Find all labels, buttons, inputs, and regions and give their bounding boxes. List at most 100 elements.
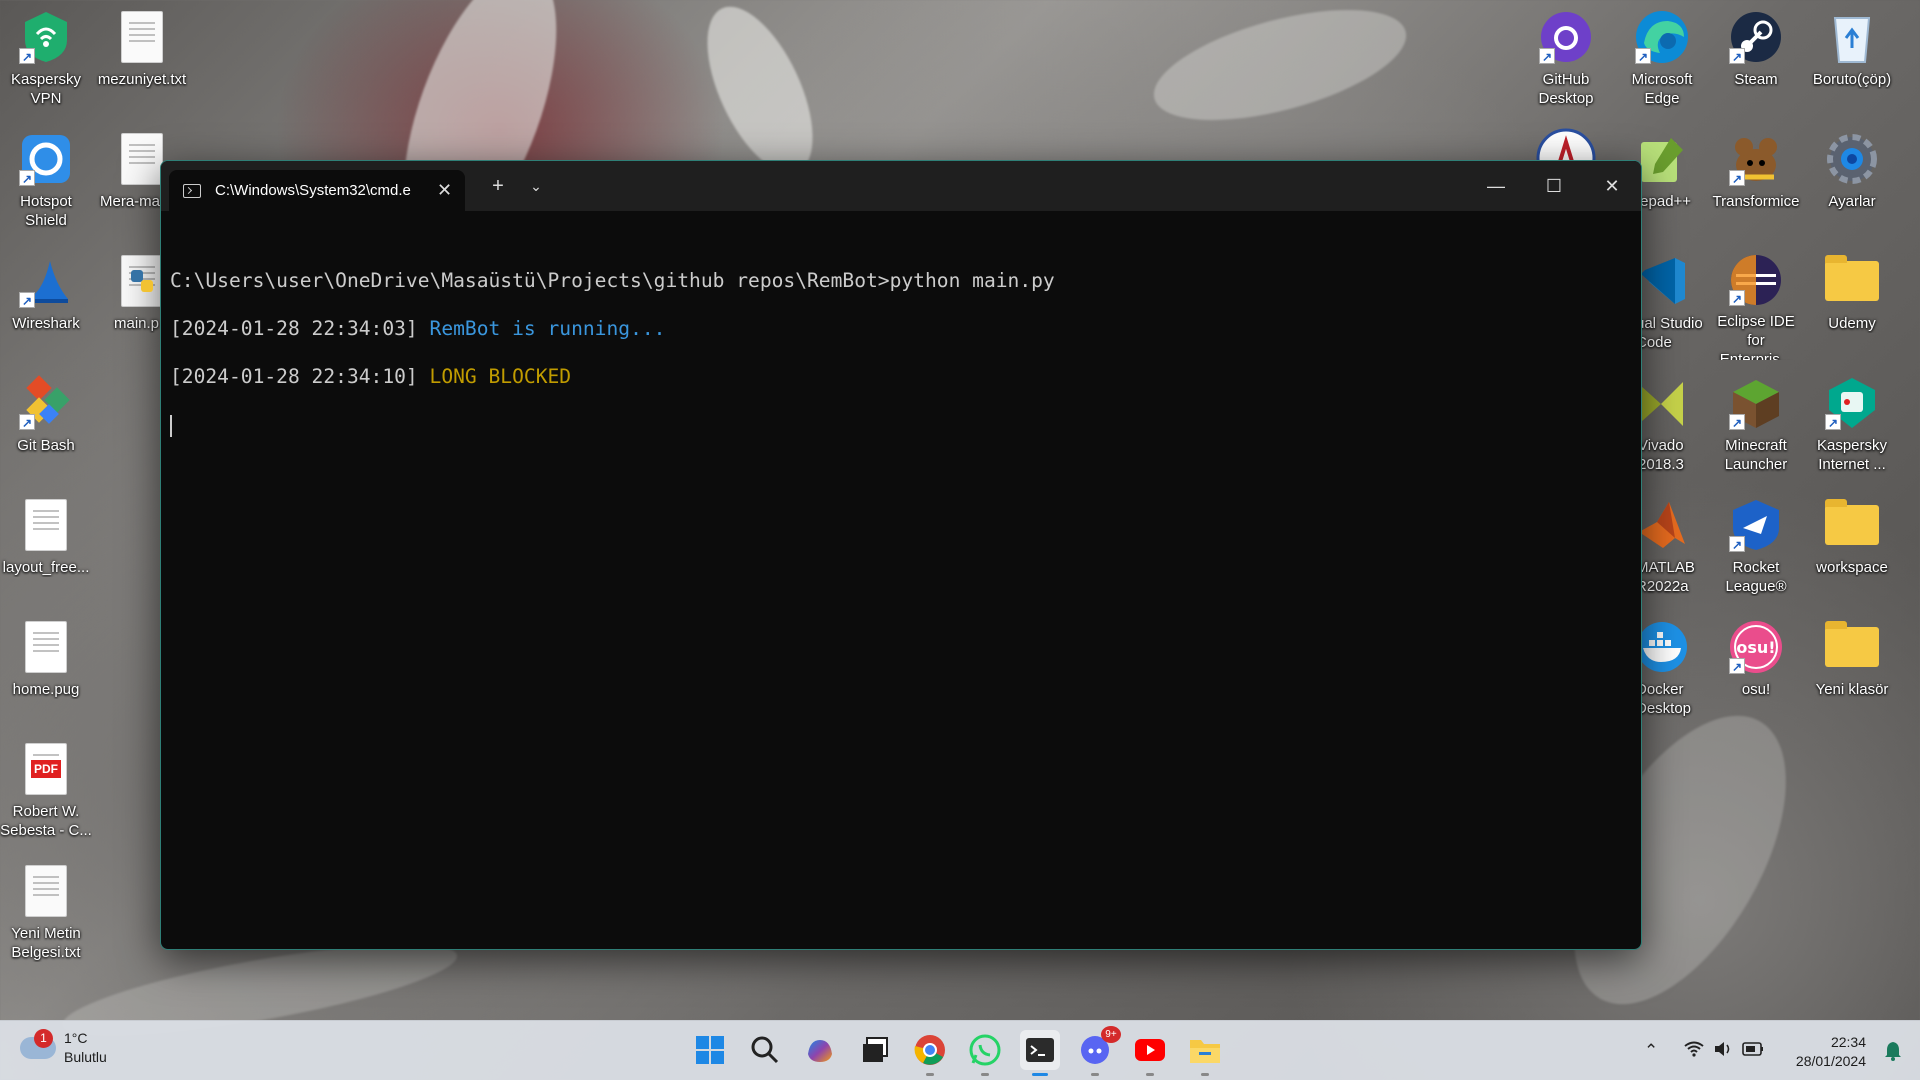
desktop-icon-github-desktop[interactable]: ↗ GitHub Desktop [1520, 8, 1612, 116]
console-output[interactable]: C:\Users\user\OneDrive\Masaüstü\Projects… [161, 211, 1641, 485]
desktop-icon-sebesta-pdf[interactable]: PDF Robert W. Sebesta - C... [0, 740, 92, 848]
tab-title: C:\Windows\System32\cmd.e [215, 182, 411, 199]
maximize-button[interactable]: ☐ [1525, 161, 1583, 211]
system-tray: ⌃ [1644, 1021, 1764, 1080]
kaspersky-vpn-icon: ↗ [17, 8, 75, 66]
hotspot-shield-icon: ↗ [17, 130, 75, 188]
copilot-icon[interactable] [800, 1030, 840, 1070]
desktop-icon-git-bash[interactable]: ↗ Git Bash [0, 374, 92, 482]
discord-icon[interactable]: 9+ [1075, 1026, 1121, 1076]
wifi-icon[interactable] [1684, 1041, 1704, 1062]
desktop-icon-label: Robert W. Sebesta - C... [0, 803, 92, 839]
log-line: [2024-01-28 22:34:03] RemBot is running.… [170, 317, 1641, 341]
svg-text:osu!: osu! [1736, 638, 1775, 657]
desktop-icon-mezuniyet[interactable]: mezuniyet.txt [96, 8, 188, 116]
file-icon [17, 496, 75, 554]
desktop-icon-hotspot-shield[interactable]: ↗ Hotspot Shield [0, 130, 92, 238]
volume-icon[interactable] [1714, 1041, 1732, 1062]
transformice-icon: ↗ [1727, 130, 1785, 188]
desktop-icon-wireshark[interactable]: ↗ Wireshark [0, 252, 92, 360]
desktop-icon-label: Steam [1734, 71, 1778, 88]
desktop-icon-rocket-league[interactable]: ↗ Rocket League® [1710, 496, 1802, 604]
text-cursor [170, 414, 172, 437]
desktop-icon-yeni-metin[interactable]: Yeni Metin Belgesi.txt [0, 862, 92, 970]
desktop-icon-recycle-bin[interactable]: Boruto(çöp) [1806, 8, 1898, 116]
folder-icon [1823, 252, 1881, 310]
desktop-icon-label: Ayarlar [1828, 193, 1876, 210]
desktop-icon-udemy[interactable]: Udemy [1806, 252, 1898, 360]
log-message: LONG BLOCKED [429, 365, 572, 388]
start-icon[interactable] [690, 1030, 730, 1070]
terminal-tab[interactable]: C:\Windows\System32\cmd.e ✕ [169, 170, 465, 211]
desktop-icon-label: Kaspersky Internet ... [1816, 437, 1888, 473]
text-file-icon [113, 8, 171, 66]
desktop-icon-steam[interactable]: ↗ Steam [1710, 8, 1802, 116]
weather-temp: 1°C [64, 1030, 88, 1046]
desktop-icon-layout-free[interactable]: layout_free... [0, 496, 92, 604]
whatsapp-icon[interactable] [965, 1030, 1005, 1076]
desktop-icon-label: Boruto(çöp) [1812, 71, 1892, 88]
desktop-icon-label: layout_free... [2, 559, 90, 576]
desktop-icon-label: GitHub Desktop [1538, 71, 1594, 107]
desktop-icon-label: Udemy [1828, 315, 1876, 332]
terminal-titlebar[interactable]: C:\Windows\System32\cmd.e ✕ + ⌄ — ☐ ✕ [161, 161, 1641, 211]
chevron-up-icon[interactable]: ⌃ [1644, 1041, 1658, 1061]
desktop-icon-kaspersky-vpn[interactable]: ↗ Kaspersky VPN [0, 8, 92, 116]
desktop-icon-minecraft[interactable]: ↗ Minecraft Launcher [1710, 374, 1802, 482]
search-icon[interactable] [745, 1030, 785, 1070]
pdf-icon: PDF [17, 740, 75, 798]
folder-icon [1823, 496, 1881, 554]
desktop-icon-osu[interactable]: osu! ↗ osu! [1710, 618, 1802, 726]
desktop-icon-label: Hotspot Shield [20, 193, 72, 229]
desktop-icon-label: Yeni klasör [1815, 681, 1889, 698]
desktop-icon-home-pug[interactable]: home.pug [0, 618, 92, 726]
tab-close-icon[interactable]: ✕ [437, 180, 452, 201]
desktop-icon-settings[interactable]: Ayarlar [1806, 130, 1898, 238]
new-tab-button[interactable]: + [483, 171, 513, 201]
log-line: [2024-01-28 22:34:10] LONG BLOCKED [170, 365, 1641, 389]
desktop-icon-kaspersky-internet[interactable]: ↗ Kaspersky Internet ... [1806, 374, 1898, 482]
task-view-icon[interactable] [855, 1030, 895, 1070]
desktop-icon-label: Git Bash [17, 437, 75, 454]
close-button[interactable]: ✕ [1583, 161, 1641, 211]
log-message: RemBot is running... [429, 317, 666, 340]
edge-icon: ↗ [1633, 8, 1691, 66]
minimize-button[interactable]: — [1467, 161, 1525, 211]
desktop-icon-transformice[interactable]: ↗ Transformice [1710, 130, 1802, 238]
chevron-down-icon[interactable]: ⌄ [521, 171, 551, 201]
desktop-icon-label: home.pug [12, 681, 80, 698]
eclipse-icon: ↗ [1727, 252, 1785, 308]
minecraft-icon: ↗ [1727, 374, 1785, 432]
git-bash-icon: ↗ [17, 374, 75, 432]
desktop-icon-workspace[interactable]: workspace [1806, 496, 1898, 604]
file-icon [17, 618, 75, 676]
log-timestamp: [2024-01-28 22:34:03] [170, 317, 418, 340]
clock[interactable]: 22:34 28/01/2024 [1796, 1033, 1866, 1071]
terminal-icon[interactable] [1020, 1030, 1060, 1076]
desktop-icon-yeni-klasor[interactable]: Yeni klasör [1806, 618, 1898, 726]
weather-widget[interactable]: 1 1°C Bulutlu [20, 1029, 107, 1067]
clock-time: 22:34 [1830, 1034, 1866, 1050]
terminal-window[interactable]: C:\Windows\System32\cmd.e ✕ + ⌄ — ☐ ✕ C:… [160, 160, 1642, 950]
wireshark-icon: ↗ [17, 252, 75, 310]
desktop-icon-eclipse[interactable]: ↗ Eclipse IDE for Enterpris... [1710, 252, 1802, 360]
notification-badge: 1 [34, 1029, 53, 1048]
weather-desc: Bulutlu [64, 1049, 107, 1065]
chrome-icon[interactable] [910, 1030, 950, 1076]
folder-icon [1823, 618, 1881, 676]
youtube-icon[interactable] [1130, 1030, 1170, 1076]
desktop-icon-label: Eclipse IDE for Enterpris... [1717, 313, 1795, 360]
desktop-icon-label: Wireshark [12, 315, 80, 332]
clock-date: 28/01/2024 [1795, 1053, 1866, 1069]
file-explorer-icon[interactable] [1185, 1030, 1225, 1076]
desktop-icon-label: Minecraft Launcher [1724, 437, 1788, 473]
desktop-icon-label: mezuniyet.txt [97, 71, 187, 88]
desktop-icon-label: Transformice [1712, 193, 1800, 210]
battery-icon[interactable] [1742, 1041, 1764, 1061]
cloud-icon: 1 [20, 1029, 56, 1059]
cmd-icon [183, 183, 201, 198]
notification-bell-icon[interactable] [1884, 1041, 1902, 1066]
kaspersky-internet-icon: ↗ [1823, 374, 1881, 432]
desktop-icon-label: workspace [1816, 559, 1888, 576]
desktop-icon-edge[interactable]: ↗ Microsoft Edge [1616, 8, 1708, 116]
